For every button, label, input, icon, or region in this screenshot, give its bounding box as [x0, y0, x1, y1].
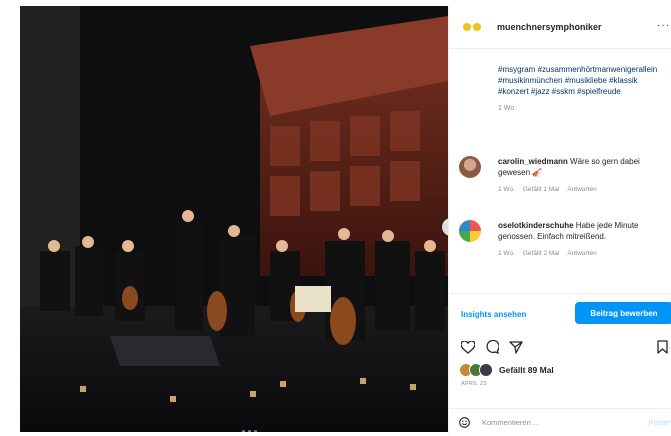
carousel-dot: [248, 430, 251, 432]
comment-time: 1 Wo.: [498, 250, 515, 257]
likes-summary[interactable]: Gefällt 89 Mal: [459, 363, 554, 377]
carousel-dot: [254, 430, 257, 432]
post-date: APRIL 23: [461, 381, 487, 387]
comment-composer: Kommentieren ... Posten: [449, 408, 671, 436]
carousel-dot: [242, 430, 245, 432]
caption-hashtags[interactable]: #msygram #zusammenhörtmanwenigerallein #…: [498, 64, 668, 97]
post-caption: #msygram #zusammenhörtmanwenigerallein #…: [498, 64, 668, 114]
commenter-avatar[interactable]: [459, 220, 481, 242]
comment-item: oselotkinderschuhe Habe jede Minute geno…: [459, 220, 669, 259]
view-insights-link[interactable]: Insights ansehen: [461, 310, 526, 319]
comment-reply[interactable]: Antworten: [567, 184, 596, 195]
post-actions-bar: Insights ansehen Beitrag bewerben: [449, 293, 671, 334]
orchestra-photo: [20, 6, 448, 432]
comment-time: 1 Wo.: [498, 186, 515, 193]
comment-item: carolin_wiedmann Wäre so gern dabei gewe…: [459, 156, 669, 195]
comment-likes[interactable]: Gefällt 2 Mal: [523, 248, 560, 259]
commenter-avatar[interactable]: [459, 156, 481, 178]
comment-input[interactable]: Kommentieren ...: [482, 418, 539, 427]
engagement-icons: [461, 340, 523, 354]
save-button[interactable]: [657, 340, 668, 359]
emoji-icon[interactable]: [459, 417, 470, 428]
comment-username[interactable]: oselotkinderschuhe: [498, 221, 574, 230]
account-username[interactable]: muenchnersymphoniker: [497, 22, 602, 32]
comment-reply[interactable]: Antworten: [567, 248, 596, 259]
post-image[interactable]: [20, 6, 448, 432]
comment-icon[interactable]: [485, 340, 499, 354]
post-side-panel: muenchnersymphoniker ··· #msygram #zusam…: [448, 6, 671, 435]
post-comment-button[interactable]: Posten: [649, 418, 671, 427]
likes-count[interactable]: Gefällt 89 Mal: [499, 365, 554, 375]
comment-username[interactable]: carolin_wiedmann: [498, 157, 568, 166]
share-icon[interactable]: [509, 340, 523, 354]
more-options-icon[interactable]: ···: [657, 20, 670, 31]
post-header: muenchnersymphoniker ···: [449, 6, 671, 49]
carousel-indicator: [242, 430, 257, 432]
heart-icon[interactable]: [461, 340, 475, 354]
comment-likes[interactable]: Gefällt 1 Mal: [523, 184, 560, 195]
liker-avatars: [459, 363, 493, 377]
account-avatar[interactable]: [463, 22, 485, 32]
caption-time: 1 Wo.: [498, 105, 517, 112]
promote-post-button[interactable]: Beitrag bewerben: [575, 302, 671, 324]
bookmark-icon: [657, 340, 668, 354]
